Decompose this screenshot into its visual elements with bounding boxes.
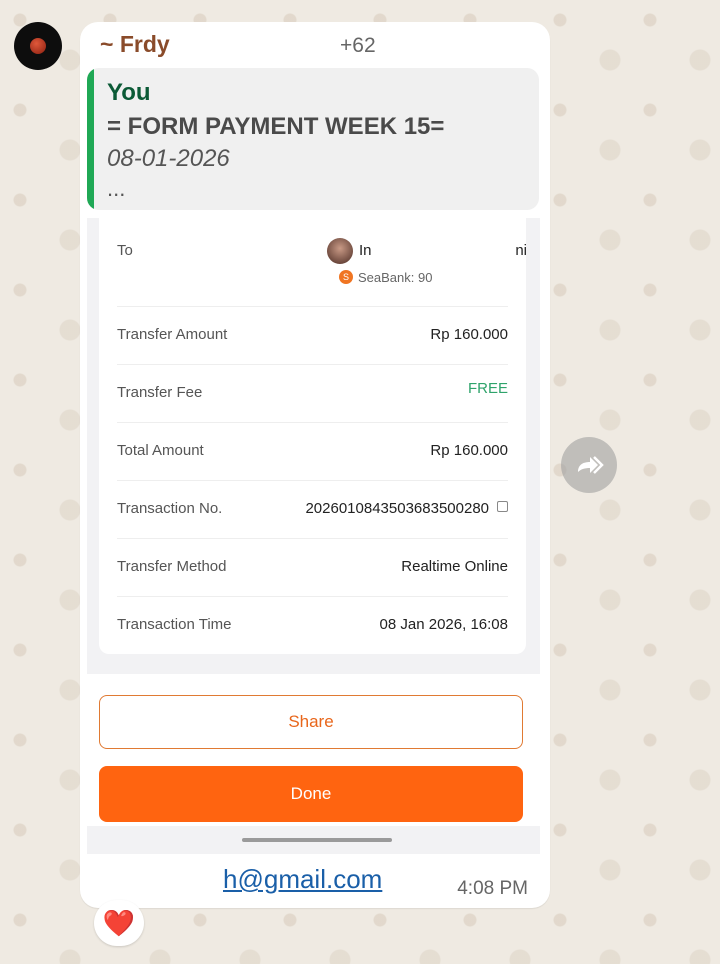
detail-row-transfer-amount: Transfer Amount Rp 160.000 <box>117 306 508 365</box>
quote-ellipsis: ... <box>107 176 126 201</box>
home-indicator <box>242 838 392 842</box>
recipient-bank: SeaBank: 90 <box>358 270 433 285</box>
detail-label: Transfer Method <box>117 558 227 575</box>
receipt-image[interactable]: To In ni S SeaBank: 90 Transfer Amount R… <box>87 218 540 854</box>
detail-label: Transaction No. <box>117 500 223 517</box>
sender-avatar[interactable] <box>14 22 62 70</box>
detail-row-transfer-method: Transfer Method Realtime Online <box>117 538 508 597</box>
email-text: h@gmail.com <box>223 864 383 894</box>
sender-phone: +62 <box>340 34 376 57</box>
detail-row-transaction-no: Transaction No. 20260108435036835002​80 <box>117 480 508 539</box>
recipient-name-start: In <box>359 242 372 259</box>
recipient-row: To In ni S SeaBank: 90 <box>117 218 527 307</box>
detail-label: Transfer Fee <box>117 384 203 401</box>
forward-button[interactable] <box>561 437 617 493</box>
email-link[interactable]: h@gmail.com <box>98 864 382 895</box>
detail-value: Rp 160.000 <box>430 442 508 459</box>
detail-value: Realtime Online <box>401 558 508 575</box>
detail-label: Transfer Amount <box>117 326 228 343</box>
recipient-name-end: ni <box>515 242 527 259</box>
share-button[interactable]: Share <box>99 695 523 749</box>
recipient-label: To <box>117 242 133 259</box>
detail-value: Rp 160.000 <box>430 326 508 343</box>
fee-free-badge: FREE <box>467 380 508 397</box>
transaction-details-card: To In ni S SeaBank: 90 Transfer Amount R… <box>99 218 527 654</box>
detail-value: 08 Jan 2026, 16:08 <box>379 616 508 633</box>
detail-label: Transaction Time <box>117 616 232 633</box>
detail-row-transfer-fee: Transfer Fee FREE <box>117 364 508 423</box>
forward-icon <box>578 456 604 474</box>
done-button[interactable]: Done <box>99 766 523 822</box>
seabank-icon: S <box>339 270 353 284</box>
copy-icon[interactable] <box>497 501 508 512</box>
avatar-image <box>30 38 46 54</box>
detail-value: 20260108435036835002​80 <box>305 500 489 517</box>
recipient-avatar <box>327 238 353 264</box>
quote-author: You <box>107 79 151 106</box>
quote-date: 08-01-2026 <box>107 145 230 172</box>
transaction-number-wrap: 20260108435036835002​80 <box>305 500 508 517</box>
detail-row-total-amount: Total Amount Rp 160.000 <box>117 422 508 481</box>
message-bubble[interactable]: ~ Frdy +62 You = FORM PAYMENT WEEK 15= 0… <box>80 22 550 908</box>
quoted-message[interactable]: You = FORM PAYMENT WEEK 15= 08-01-2026 .… <box>87 68 539 210</box>
heart-reaction[interactable]: ❤️ <box>94 900 144 946</box>
quote-accent-bar <box>87 68 94 210</box>
quote-title: = FORM PAYMENT WEEK 15= <box>107 113 445 140</box>
detail-row-transaction-time: Transaction Time 08 Jan 2026, 16:08 <box>117 596 508 654</box>
message-time: 4:08 PM <box>457 878 528 899</box>
sender-name[interactable]: ~ Frdy <box>100 31 170 58</box>
detail-label: Total Amount <box>117 442 204 459</box>
